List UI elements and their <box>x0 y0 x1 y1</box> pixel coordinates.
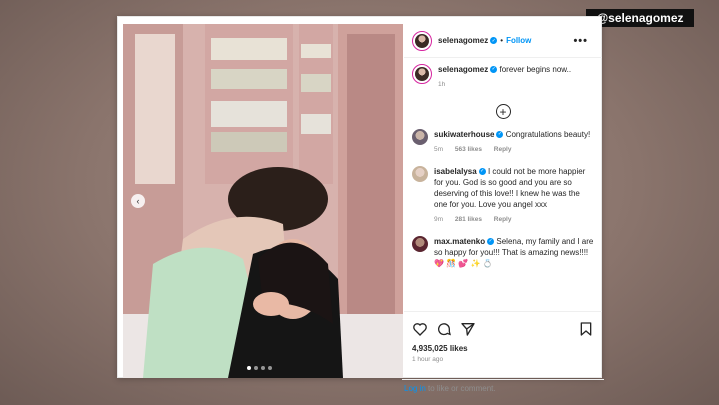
follow-button[interactable]: Follow <box>506 36 531 45</box>
caption-username[interactable]: selenagomez <box>438 65 488 74</box>
caption-text: forever begins now.. <box>499 65 572 74</box>
post-header: selenagomez ✓ • Follow ••• <box>404 24 602 58</box>
likes-count[interactable]: 4,935,025 likes <box>412 344 594 353</box>
carousel-dot <box>254 366 258 370</box>
caption-time: 1h <box>438 81 446 88</box>
comment-likes[interactable]: 281 likes <box>455 216 482 223</box>
previous-photo-icon[interactable]: ‹ <box>131 194 145 208</box>
author-username[interactable]: selenagomez <box>438 36 488 45</box>
instagram-post-card: ‹ selenagomez ✓ • Follow ••• selenagomez… <box>117 16 604 393</box>
comment-time: 5m <box>434 146 444 153</box>
verified-badge-icon: ✓ <box>490 66 498 74</box>
caption-avatar[interactable] <box>412 64 432 84</box>
caption-row: selenagomez ✓ forever begins now.. 1h <box>412 64 594 90</box>
commenter-username[interactable]: isabelalysa <box>434 167 477 176</box>
post-actions: 4,935,025 likes 1 hour ago <box>404 311 602 363</box>
verified-badge-icon: ✓ <box>487 238 495 246</box>
heart-icon[interactable] <box>412 321 428 337</box>
comments-section: selenagomez ✓ forever begins now.. 1h + s… <box>404 58 602 269</box>
post-time: 1 hour ago <box>412 356 444 363</box>
verified-badge-icon: ✓ <box>490 37 498 44</box>
more-options-icon[interactable]: ••• <box>573 35 588 47</box>
verified-badge-icon: ✓ <box>496 131 504 139</box>
post-sidebar: selenagomez ✓ • Follow ••• selenagomez ✓ … <box>402 24 604 393</box>
comment-time: 9m <box>434 216 444 223</box>
login-prompt-text: to like or comment. <box>425 384 496 393</box>
login-link[interactable]: Log in <box>404 384 426 393</box>
comment-row: sukiwaterhouse ✓ Congratulations beauty! … <box>412 129 594 155</box>
commenter-avatar[interactable] <box>412 166 428 182</box>
comment-row: max.matenko ✓ Selena, my family and I are… <box>412 236 594 269</box>
reply-button[interactable]: Reply <box>494 216 512 223</box>
carousel-dot <box>261 366 265 370</box>
share-icon[interactable] <box>460 321 476 337</box>
commenter-username[interactable]: max.matenko <box>434 237 485 246</box>
reply-button[interactable]: Reply <box>494 146 512 153</box>
add-comment-icon[interactable]: + <box>495 104 511 119</box>
carousel-dot <box>247 366 251 370</box>
commenter-avatar[interactable] <box>412 129 428 145</box>
commenter-avatar[interactable] <box>412 236 428 252</box>
author-avatar[interactable] <box>412 30 432 51</box>
verified-badge-icon: ✓ <box>478 168 486 176</box>
commenter-username[interactable]: sukiwaterhouse <box>434 130 494 139</box>
header-separator: • <box>500 36 504 45</box>
post-photo[interactable]: ‹ <box>123 24 403 378</box>
bookmark-icon[interactable] <box>578 321 594 337</box>
comment-text: Congratulations beauty! <box>505 130 591 139</box>
comment-icon[interactable] <box>436 321 452 337</box>
channel-handle-tag: @selenagomez <box>586 9 694 27</box>
comment-row: isabelalysa ✓ I could not be more happier… <box>412 166 594 225</box>
carousel-dot <box>268 366 272 370</box>
carousel-dots <box>247 366 272 370</box>
post-photo-illustration <box>123 24 403 378</box>
login-prompt: Log in to like or comment. <box>402 379 604 393</box>
comment-likes[interactable]: 563 likes <box>455 146 482 153</box>
